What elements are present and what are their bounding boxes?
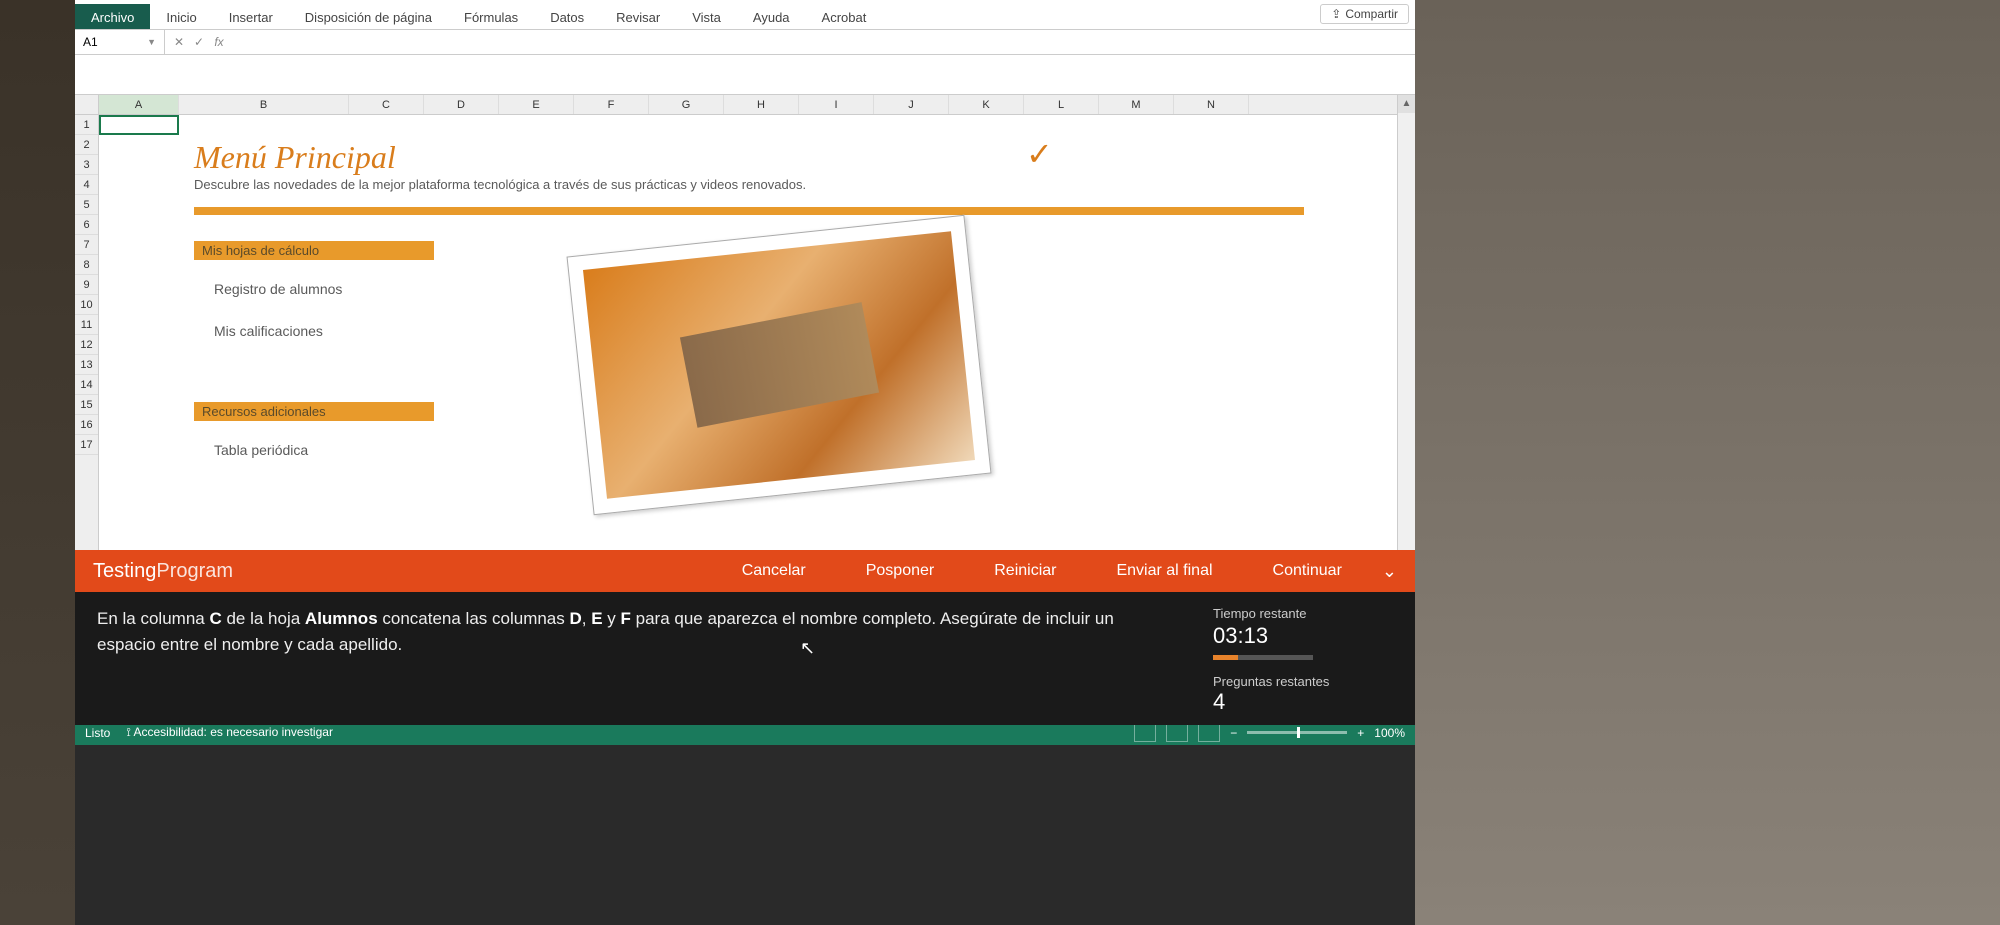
column-header-row: A B C D E F G H I J K L M N (75, 95, 1415, 115)
col-header-n[interactable]: N (1174, 95, 1249, 114)
name-box-value: A1 (83, 35, 98, 49)
testing-program-logo: TestingProgram (93, 560, 233, 583)
mouse-cursor-icon: ↖ (800, 638, 815, 659)
row-header-14[interactable]: 14 (75, 375, 98, 395)
section-header-recursos: Recursos adicionales (194, 402, 434, 421)
tp-time-value: 03:13 (1213, 623, 1393, 649)
row-header-6[interactable]: 6 (75, 215, 98, 235)
tp-continue-button[interactable]: Continuar (1273, 562, 1342, 580)
col-header-m[interactable]: M (1099, 95, 1174, 114)
formula-accept-icon[interactable]: ✓ (189, 35, 209, 49)
row-header-11[interactable]: 11 (75, 315, 98, 335)
ribbon-tab-ayuda[interactable]: Ayuda (737, 4, 806, 29)
tp-restart-button[interactable]: Reiniciar (994, 562, 1056, 580)
ribbon-tab-archivo[interactable]: Archivo (75, 4, 150, 29)
tp-postpone-button[interactable]: Posponer (866, 562, 935, 580)
tp-time-label: Tiempo restante (1213, 606, 1393, 621)
ribbon-tab-inicio[interactable]: Inicio (150, 4, 212, 29)
sheet-title: Menú Principal (194, 139, 396, 176)
col-header-d[interactable]: D (424, 95, 499, 114)
name-box-dropdown-icon[interactable]: ▼ (147, 37, 156, 47)
view-normal-icon[interactable] (1134, 724, 1156, 742)
row-header-10[interactable]: 10 (75, 295, 98, 315)
col-header-j[interactable]: J (874, 95, 949, 114)
row-header-2[interactable]: 2 (75, 135, 98, 155)
sheet-subtitle: Descubre las novedades de la mejor plata… (194, 177, 806, 192)
row-header-9[interactable]: 9 (75, 275, 98, 295)
row-header-16[interactable]: 16 (75, 415, 98, 435)
ribbon-collapsed-area (75, 55, 1415, 95)
col-header-f[interactable]: F (574, 95, 649, 114)
ribbon-tab-revisar[interactable]: Revisar (600, 4, 676, 29)
share-icon: ⇪ (1331, 7, 1341, 21)
share-label: Compartir (1345, 7, 1398, 21)
formula-cancel-icon[interactable]: ✕ (169, 35, 189, 49)
tp-cancel-button[interactable]: Cancelar (742, 562, 806, 580)
accessibility-icon: ⟟ (126, 725, 130, 739)
tp-questions-value: 4 (1213, 689, 1393, 715)
col-header-c[interactable]: C (349, 95, 424, 114)
col-header-e[interactable]: E (499, 95, 574, 114)
ribbon-tab-datos[interactable]: Datos (534, 4, 600, 29)
zoom-slider[interactable] (1247, 731, 1347, 734)
select-all-corner[interactable] (75, 95, 99, 115)
row-header-4[interactable]: 4 (75, 175, 98, 195)
row-header-12[interactable]: 12 (75, 335, 98, 355)
zoom-in-icon[interactable]: + (1357, 726, 1364, 740)
name-box[interactable]: A1 ▼ (75, 30, 165, 54)
testing-program-bar: TestingProgram Cancelar Posponer Reinici… (75, 550, 1415, 592)
zoom-level[interactable]: 100% (1374, 726, 1405, 740)
share-button[interactable]: ⇪ Compartir (1320, 4, 1409, 24)
ribbon-tab-vista[interactable]: Vista (676, 4, 737, 29)
testing-program-panel: En la columna C de la hoja Alumnos conca… (75, 592, 1415, 725)
col-header-l[interactable]: L (1024, 95, 1099, 114)
link-registro-alumnos[interactable]: Registro de alumnos (214, 281, 342, 297)
row-header-3[interactable]: 3 (75, 155, 98, 175)
row-header-5[interactable]: 5 (75, 195, 98, 215)
status-ready: Listo (85, 726, 110, 740)
row-header-13[interactable]: 13 (75, 355, 98, 375)
zoom-out-icon[interactable]: − (1230, 726, 1237, 740)
col-header-b[interactable]: B (179, 95, 349, 114)
view-page-layout-icon[interactable] (1166, 724, 1188, 742)
decorative-photo (567, 215, 992, 515)
row-header-17[interactable]: 17 (75, 435, 98, 455)
formula-bar-buttons: ✕ ✓ fx (165, 30, 233, 54)
tp-side-panel: Tiempo restante 03:13 Preguntas restante… (1213, 606, 1393, 711)
row-header-7[interactable]: 7 (75, 235, 98, 255)
ribbon-tab-disposicion[interactable]: Disposición de página (289, 4, 448, 29)
link-mis-calificaciones[interactable]: Mis calificaciones (214, 323, 323, 339)
status-accessibility[interactable]: ⟟ Accesibilidad: es necesario investigar (126, 725, 333, 740)
col-header-h[interactable]: H (724, 95, 799, 114)
row-header-1[interactable]: 1 (75, 115, 98, 135)
col-header-g[interactable]: G (649, 95, 724, 114)
section-header-hojas: Mis hojas de cálculo (194, 241, 434, 260)
link-tabla-periodica[interactable]: Tabla periódica (214, 442, 308, 458)
insert-function-icon[interactable]: fx (209, 35, 229, 49)
row-header-8[interactable]: 8 (75, 255, 98, 275)
tp-send-button[interactable]: Enviar al final (1116, 562, 1212, 580)
scroll-up-icon[interactable]: ▲ (1398, 95, 1415, 113)
col-header-i[interactable]: I (799, 95, 874, 114)
ribbon-tab-formulas[interactable]: Fórmulas (448, 4, 534, 29)
ribbon-tab-acrobat[interactable]: Acrobat (806, 4, 883, 29)
formula-bar-row: A1 ▼ ✕ ✓ fx (75, 30, 1415, 55)
row-header-15[interactable]: 15 (75, 395, 98, 415)
ribbon-tab-insertar[interactable]: Insertar (213, 4, 289, 29)
tp-collapse-icon[interactable]: ⌄ (1382, 561, 1397, 582)
tp-time-progress (1213, 655, 1313, 660)
view-page-break-icon[interactable] (1198, 724, 1220, 742)
divider-bar (194, 207, 1304, 215)
formula-bar-input[interactable] (233, 30, 1415, 54)
ribbon-tab-bar: Archivo Inicio Insertar Disposición de p… (75, 0, 1415, 30)
tp-instruction: En la columna C de la hoja Alumnos conca… (97, 606, 1213, 711)
tp-questions-label: Preguntas restantes (1213, 674, 1393, 689)
checkmark-icon: ✓ (1026, 135, 1053, 173)
col-header-a[interactable]: A (99, 95, 179, 114)
col-header-k[interactable]: K (949, 95, 1024, 114)
